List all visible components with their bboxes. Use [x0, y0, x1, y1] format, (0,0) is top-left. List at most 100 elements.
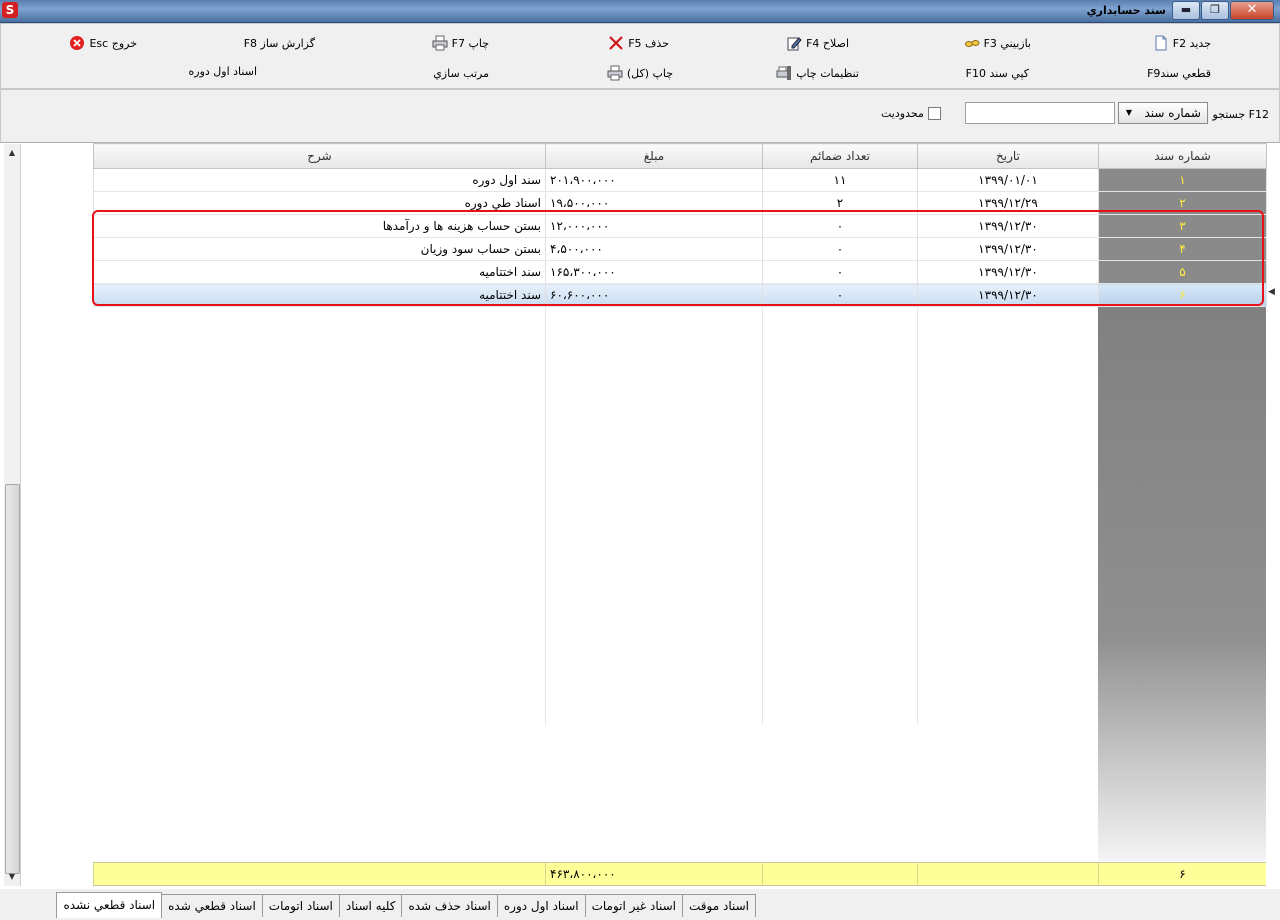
delete-button-label: حذف F5 [628, 36, 669, 50]
column-header-description[interactable]: شرح [93, 143, 546, 169]
new-button[interactable]: جديد F2 [1153, 34, 1211, 52]
exit-button[interactable]: خروج Esc [69, 34, 137, 52]
table-header-row: شماره سند تاريخ تعداد ضمائم مبلغ شرح [93, 143, 1267, 169]
footer-empty [917, 863, 1098, 885]
cell-date: ۱۳۹۹/۱۲/۲۹ [917, 191, 1099, 215]
column-divider [762, 305, 763, 725]
print-button[interactable]: چاپ F7 [432, 34, 489, 52]
edit-icon [787, 37, 802, 51]
tab-deleted[interactable]: اسناد حذف شده [401, 894, 498, 917]
cell-attachments: ۰ [762, 237, 918, 261]
toolbar: جديد F2 بازبيني F3 اصلاح F4 حذف F5 چاپ F… [0, 23, 1280, 89]
opening-docs-button[interactable]: اسناد اول دوره [189, 62, 257, 80]
current-row-indicator-icon: ◀ [1268, 287, 1275, 297]
search-field-value: شماره سند [1144, 106, 1201, 120]
print-settings-icon [776, 66, 792, 80]
copy-document-button[interactable]: كپي سند F10 [966, 64, 1029, 82]
column-divider [545, 305, 546, 725]
report-builder-button[interactable]: گزارش ساز F8 [244, 34, 315, 52]
minimize-button[interactable]: ▬ [1172, 1, 1200, 20]
document-tabs: اسناد موقت اسناد غير اتومات اسناد اول دو… [56, 892, 756, 918]
title-bar: S سند حسابداري ▬ ❐ ✕ [0, 0, 1280, 23]
cell-description: سند اختتاميه [93, 260, 546, 284]
cell-amount: ۱۲،۰۰۰،۰۰۰ [545, 214, 763, 238]
exit-icon [70, 36, 85, 50]
cell-description: سند اختتاميه [93, 283, 546, 307]
table-row[interactable]: ۴ ۱۳۹۹/۱۲/۳۰ ۰ ۴،۵۰۰،۰۰۰ بستن حساب سود و… [93, 237, 1267, 261]
print-all-label: چاپ (كل) [626, 66, 673, 80]
column-header-date[interactable]: تاريخ [917, 143, 1099, 169]
finalize-button-label: قطعي سندF9 [1147, 66, 1211, 80]
tab-temporary[interactable]: اسناد موقت [682, 894, 756, 917]
search-label: جستجو F12 [1212, 108, 1269, 121]
cell-number: ۱ [1098, 168, 1267, 192]
footer-total: ۴۶۳،۸۰۰،۰۰۰ [545, 863, 762, 885]
edit-button[interactable]: اصلاح F4 [786, 34, 849, 52]
view-button[interactable]: بازبيني F3 [964, 34, 1031, 52]
cell-date: ۱۳۹۹/۰۱/۰۱ [917, 168, 1099, 192]
limit-checkbox[interactable]: محدوديت [881, 107, 941, 120]
search-input[interactable] [965, 102, 1115, 124]
print-settings-label: تنظيمات چاپ [796, 66, 859, 80]
cell-number: ۶ [1098, 283, 1267, 307]
cell-number: ۴ [1098, 237, 1267, 261]
checkbox-box[interactable] [927, 107, 941, 120]
search-bar: جستجو F12 شماره سند ▼ محدوديت [0, 89, 1280, 143]
cell-number: ۳ [1098, 214, 1267, 238]
totals-footer: ۶ ۴۶۳،۸۰۰،۰۰۰ [93, 862, 1266, 886]
tab-opening[interactable]: اسناد اول دوره [496, 894, 586, 917]
column-header-number[interactable]: شماره سند [1098, 143, 1267, 169]
window-title: سند حسابداري [1086, 4, 1166, 17]
cell-date: ۱۳۹۹/۱۲/۳۰ [917, 283, 1099, 307]
cell-amount: ۲۰۱،۹۰۰،۰۰۰ [545, 168, 763, 192]
opening-docs-label: اسناد اول دوره [188, 64, 257, 78]
column-header-amount[interactable]: مبلغ [545, 143, 763, 169]
cell-attachments: ۰ [762, 283, 918, 307]
limit-label: محدوديت [881, 107, 924, 120]
tab-not-finalized[interactable]: اسناد قطعي نشده [56, 892, 163, 918]
scroll-down-icon[interactable]: ▼ [4, 870, 20, 884]
cell-amount: ۴،۵۰۰،۰۰۰ [545, 237, 763, 261]
vertical-scrollbar[interactable]: ▲ ▼ [4, 144, 21, 886]
search-field-select[interactable]: شماره سند ▼ [1118, 102, 1208, 124]
sort-button[interactable]: مرتب سازي [433, 64, 489, 82]
column-header-attachments[interactable]: تعداد ضمائم [762, 143, 918, 169]
cell-date: ۱۳۹۹/۱۲/۳۰ [917, 260, 1099, 284]
table-row[interactable]: ۵ ۱۳۹۹/۱۲/۳۰ ۰ ۱۶۵،۳۰۰،۰۰۰ سند اختتاميه [93, 260, 1267, 284]
report-builder-label: گزارش ساز F8 [243, 36, 315, 50]
tab-all[interactable]: كليه اسناد [338, 894, 403, 917]
view-button-label: بازبيني F3 [983, 36, 1031, 50]
cell-attachments: ۰ [762, 260, 918, 284]
table-row[interactable]: ۲ ۱۳۹۹/۱۲/۲۹ ۲ ۱۹،۵۰۰،۰۰۰ اسناد طي دوره [93, 191, 1267, 215]
delete-button[interactable]: حذف F5 [608, 34, 669, 52]
glasses-icon [964, 40, 980, 47]
cell-description: بستن حساب هزينه ها و درآمدها [93, 214, 546, 238]
tab-automatic[interactable]: اسناد اتومات [261, 894, 340, 917]
cell-attachments: ۰ [762, 214, 918, 238]
new-button-label: جديد F2 [1172, 36, 1211, 50]
restore-button[interactable]: ❐ [1201, 1, 1229, 20]
cell-amount: ۱۶۵،۳۰۰،۰۰۰ [545, 260, 763, 284]
tab-finalized[interactable]: اسناد قطعي شده [161, 894, 263, 917]
chevron-down-icon[interactable]: ▼ [1121, 105, 1137, 121]
close-button[interactable]: ✕ [1230, 1, 1274, 20]
new-document-icon [1155, 35, 1167, 51]
app-icon: S [2, 2, 18, 18]
number-column-empty-area [1098, 305, 1266, 861]
table-row-selected[interactable]: ۶ ۱۳۹۹/۱۲/۳۰ ۰ ۶۰،۶۰۰،۰۰۰ سند اختتاميه [93, 283, 1267, 307]
printer-icon [607, 65, 623, 81]
table-row[interactable]: ۳ ۱۳۹۹/۱۲/۳۰ ۰ ۱۲،۰۰۰،۰۰۰ بستن حساب هزين… [93, 214, 1267, 238]
documents-table: شماره سند تاريخ تعداد ضمائم مبلغ شرح ۱ ۱… [93, 143, 1267, 307]
scroll-thumb[interactable] [5, 484, 20, 874]
finalize-button[interactable]: قطعي سندF9 [1147, 64, 1211, 82]
table-row[interactable]: ۱ ۱۳۹۹/۰۱/۰۱ ۱۱ ۲۰۱،۹۰۰،۰۰۰ سند اول دوره [93, 168, 1267, 192]
cell-date: ۱۳۹۹/۱۲/۳۰ [917, 237, 1099, 261]
cell-number: ۵ [1098, 260, 1267, 284]
print-settings-button[interactable]: تنظيمات چاپ [776, 64, 859, 82]
print-all-button[interactable]: چاپ (كل) [607, 64, 673, 82]
window-controls: ▬ ❐ ✕ [1172, 1, 1274, 20]
scroll-up-icon[interactable]: ▲ [4, 146, 20, 160]
sort-button-label: مرتب سازي [433, 66, 489, 80]
footer-empty [762, 863, 917, 885]
tab-non-automatic[interactable]: اسناد غير اتومات [584, 894, 684, 917]
